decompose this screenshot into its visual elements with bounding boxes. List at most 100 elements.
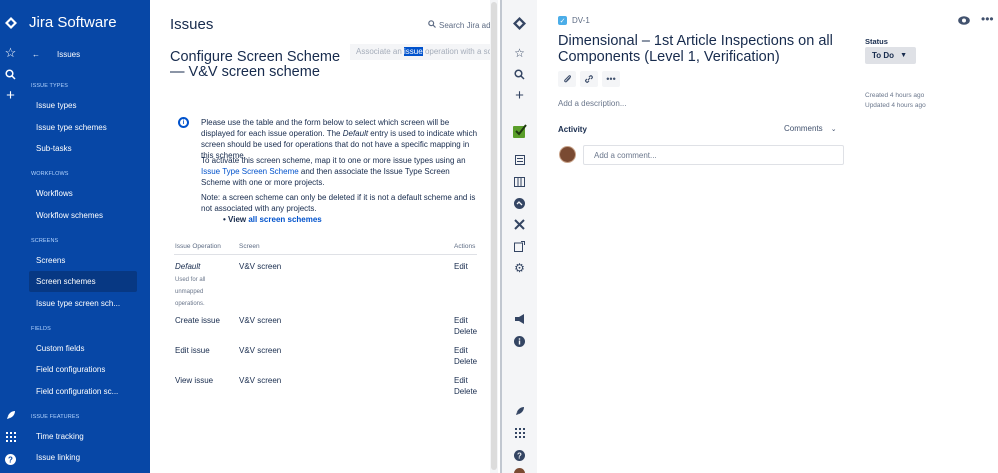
search-label: Search Jira adm: [439, 20, 498, 30]
col-header-actions: Actions: [454, 243, 476, 250]
sidebar-item-custom-fields[interactable]: Custom fields: [29, 338, 149, 359]
status-label: Status: [865, 37, 888, 46]
sidebar-item-screens[interactable]: Screens: [29, 250, 149, 271]
all-screen-schemes-link[interactable]: all screen schemes: [248, 215, 321, 224]
view-all-schemes: • View all screen schemes: [223, 214, 501, 225]
row-delete-link[interactable]: Delete: [454, 327, 477, 336]
search-icon[interactable]: [0, 65, 21, 83]
issue-key-label: DV-1: [572, 16, 590, 25]
feedback-megaphone-icon[interactable]: [502, 310, 537, 328]
create-icon[interactable]: +: [0, 86, 21, 104]
help-icon[interactable]: ?: [502, 446, 537, 464]
row-edit-link[interactable]: Edit: [454, 346, 468, 355]
section-issue-types: ISSUE TYPES: [31, 83, 69, 89]
sidebar-item-screen-schemes[interactable]: Screen schemes: [29, 271, 137, 292]
help-icon[interactable]: ?: [0, 450, 21, 468]
chevron-down-icon: ▼: [900, 52, 907, 59]
table-divider: [174, 254, 477, 255]
info-paragraph-2: To activate this screen scheme, map it t…: [201, 155, 479, 188]
updated-time: Updated 4 hours ago: [865, 102, 926, 109]
row-screen-link[interactable]: V&V screen: [239, 376, 281, 385]
link-issue-icon[interactable]: [580, 71, 598, 87]
attach-icon[interactable]: [558, 71, 576, 87]
associate-text-pre: Associate an: [356, 47, 405, 56]
add-item-icon[interactable]: [502, 237, 537, 255]
star-icon[interactable]: ☆: [502, 44, 537, 62]
components-icon[interactable]: [502, 215, 537, 233]
app-root: ☆ + ? Jira Software ← Issues ISSUE TYPES…: [0, 0, 998, 473]
issue-toolbar: •••: [558, 71, 624, 87]
admin-search[interactable]: Search Jira adm: [428, 20, 497, 30]
issue-view: ✓ DV-1 ••• Dimensional – 1st Article Ins…: [537, 0, 998, 473]
rocket-icon[interactable]: [0, 406, 21, 424]
app-switcher-icon[interactable]: [0, 428, 21, 446]
product-name: Jira Software: [29, 14, 117, 31]
backlog-icon[interactable]: [502, 151, 537, 169]
profile-avatar[interactable]: [502, 464, 537, 473]
create-icon[interactable]: +: [502, 86, 537, 104]
associate-operation-input[interactable]: Associate an issue operation with a scre…: [350, 44, 491, 60]
row-delete-link[interactable]: Delete: [454, 387, 477, 396]
jira-logo-icon[interactable]: [0, 14, 21, 32]
view-label: View: [228, 215, 249, 224]
rocket-icon[interactable]: [502, 402, 537, 420]
project-avatar-icon[interactable]: [502, 122, 537, 140]
scrollbar-thumb[interactable]: [491, 2, 497, 470]
info-paragraph-3: Note: a screen scheme can only be delete…: [201, 193, 476, 213]
info-icon[interactable]: [502, 332, 537, 350]
app-switcher-icon[interactable]: [502, 424, 537, 442]
activity-heading: Activity: [558, 125, 587, 134]
sidebar-item-workflow-schemes[interactable]: Workflow schemes: [29, 205, 149, 226]
sidebar-item-field-configurations[interactable]: Field configurations: [29, 359, 149, 380]
issue-summary[interactable]: Dimensional – 1st Article Inspections on…: [558, 33, 840, 65]
admin-main: Issues Search Jira adm Configure Screen …: [150, 0, 500, 473]
releases-icon[interactable]: [502, 194, 537, 212]
row-edit-link[interactable]: Edit: [454, 316, 468, 325]
sidebar-item-issue-type-schemes[interactable]: Issue type schemes: [29, 117, 149, 138]
issue-key[interactable]: ✓ DV-1: [558, 16, 590, 25]
task-type-icon: ✓: [558, 16, 567, 25]
back-to-issues-button[interactable]: ← Issues: [29, 47, 147, 61]
settings-gear-icon[interactable]: ⚙: [502, 259, 537, 277]
jira-logo-icon[interactable]: [502, 14, 537, 32]
sidebar-item-workflows[interactable]: Workflows: [29, 183, 149, 204]
row-screen-link[interactable]: V&V screen: [239, 346, 281, 355]
more-options-icon[interactable]: •••: [602, 71, 620, 87]
col-header-operation: Issue Operation: [175, 243, 221, 250]
row-operation: Create issue: [175, 316, 220, 325]
sidebar-item-issue-types[interactable]: Issue types: [29, 95, 149, 116]
row-screen-link[interactable]: V&V screen: [239, 262, 281, 271]
sidebar-item-issue-type-screen-schemes[interactable]: Issue type screen sch...: [29, 293, 149, 314]
info-icon: i: [178, 117, 189, 128]
row-operation: Edit issue: [175, 346, 210, 355]
sidebar-item-sub-tasks[interactable]: Sub-tasks: [29, 138, 149, 159]
sidebar-item-time-tracking[interactable]: Time tracking: [29, 426, 149, 447]
chevron-down-icon: ⌄: [830, 125, 837, 133]
project-nav: ☆ + ⚙ ?: [502, 0, 537, 473]
search-icon[interactable]: [502, 65, 537, 83]
more-actions-icon[interactable]: •••: [981, 12, 994, 26]
issue-type-screen-scheme-link[interactable]: Issue Type Screen Scheme: [201, 167, 299, 176]
star-icon[interactable]: ☆: [0, 44, 21, 62]
created-time: Created 4 hours ago: [865, 92, 925, 99]
row-delete-link[interactable]: Delete: [454, 357, 477, 366]
row-edit-link[interactable]: Edit: [454, 376, 468, 385]
watch-eye-icon[interactable]: [957, 14, 970, 27]
section-fields: FIELDS: [31, 326, 51, 332]
main-scrollbar[interactable]: [490, 0, 498, 473]
description-placeholder[interactable]: Add a description...: [558, 99, 626, 108]
status-dropdown[interactable]: To Do ▼: [865, 47, 916, 64]
sidebar-item-field-configuration-schemes[interactable]: Field configuration sc...: [29, 381, 149, 402]
view-bullet: •: [223, 215, 226, 224]
row-screen-link[interactable]: V&V screen: [239, 316, 281, 325]
comments-filter-dropdown[interactable]: Comments ⌄: [784, 124, 837, 133]
sidebar-item-issue-linking[interactable]: Issue linking: [29, 447, 149, 468]
comments-filter-label: Comments: [784, 124, 823, 133]
info-p1-default: Default: [342, 129, 369, 138]
row-edit-link[interactable]: Edit: [454, 262, 468, 271]
associate-text-selected: issue: [404, 47, 423, 56]
col-header-screen: Screen: [239, 243, 260, 250]
board-icon[interactable]: [502, 173, 537, 191]
comment-input[interactable]: Add a comment...: [583, 145, 844, 165]
avatar: [559, 146, 576, 163]
